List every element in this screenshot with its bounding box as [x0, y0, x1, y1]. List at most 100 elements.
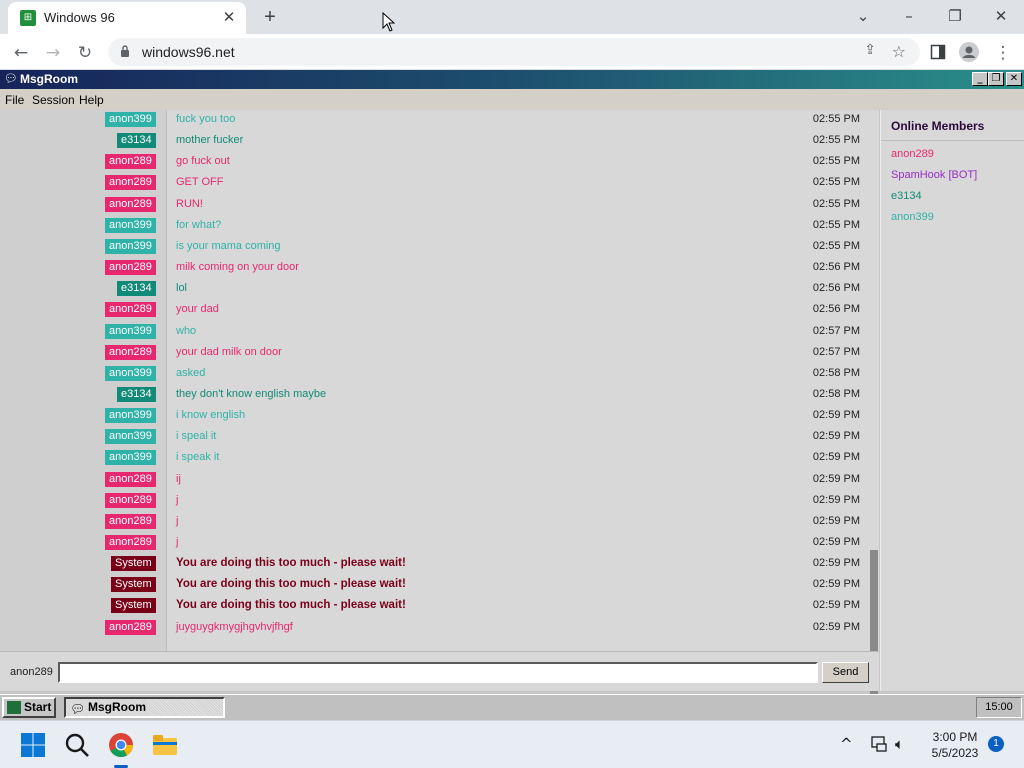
message-nick[interactable]: anon289: [105, 513, 156, 529]
minimize-button[interactable]: _: [972, 72, 988, 86]
message-time: 02:57 PM: [812, 324, 860, 337]
tab-search-chevron-down-icon[interactable]: ⌄: [848, 4, 878, 28]
message-nick[interactable]: anon399: [105, 365, 156, 381]
share-icon[interactable]: ⇪: [864, 42, 876, 58]
windows96-logo-icon: [7, 701, 21, 714]
message-nick[interactable]: anon289: [105, 492, 156, 508]
message-nick[interactable]: e3134: [117, 386, 156, 402]
notification-badge[interactable]: 1: [988, 736, 1004, 752]
message-nick[interactable]: anon289: [105, 302, 156, 318]
message-time: 02:57 PM: [812, 345, 860, 358]
taskbar-item-msgroom[interactable]: 💬︎ MsgRoom: [64, 697, 225, 718]
address-bar[interactable]: windows96.net ⇪ ☆: [108, 38, 920, 66]
message-nick[interactable]: System: [111, 598, 156, 614]
window-titlebar[interactable]: 💬︎ MsgRoom _ ❐ ✕: [0, 70, 1024, 89]
message-text: ij: [176, 472, 181, 485]
message-nick[interactable]: anon289: [105, 196, 156, 212]
message-text: mother fucker: [176, 134, 244, 147]
message-nick[interactable]: e3134: [117, 133, 156, 149]
message-text: i speak it: [176, 451, 220, 464]
message-nick[interactable]: System: [111, 556, 156, 572]
bookmark-star-icon[interactable]: ☆: [892, 42, 906, 61]
network-icon[interactable]: [870, 735, 888, 753]
message-text: j: [176, 493, 179, 506]
message-nick[interactable]: anon399: [105, 238, 156, 254]
chat-message-row: 02:55 PM anon399 fuck you too: [0, 112, 860, 128]
message-time: 02:59 PM: [812, 430, 860, 443]
send-button[interactable]: Send: [822, 662, 869, 683]
chat-message-row: 02:56 PM anon289 milk coming on your door: [0, 260, 860, 276]
message-time: 02:55 PM: [812, 176, 860, 189]
message-text: j: [176, 514, 179, 527]
close-window-button[interactable]: ✕: [986, 4, 1016, 28]
member-item[interactable]: anon399: [891, 211, 934, 223]
chrome-icon[interactable]: [107, 731, 135, 759]
member-item[interactable]: anon289: [891, 148, 934, 160]
message-text: RUN!: [176, 197, 203, 210]
message-nick[interactable]: anon399: [105, 323, 156, 339]
system-clock[interactable]: 3:00 PM 5/5/2023: [920, 729, 990, 761]
win96-taskbar: Start 💬︎ MsgRoom 15:00: [0, 694, 1024, 720]
menu-session[interactable]: Session: [32, 93, 75, 107]
windows96-favicon-icon: ⊞: [20, 10, 36, 26]
message-input[interactable]: [58, 662, 818, 683]
maximize-button[interactable]: ❐: [988, 72, 1004, 86]
message-time: 02:59 PM: [812, 536, 860, 548]
menu-help[interactable]: Help: [79, 93, 104, 107]
browser-menu-icon[interactable]: ⋮: [990, 40, 1016, 66]
message-nick[interactable]: e3134: [117, 281, 156, 297]
minimize-window-button[interactable]: –: [894, 4, 924, 28]
reload-icon[interactable]: ↻: [72, 40, 98, 66]
restore-window-button[interactable]: ❐: [940, 4, 970, 28]
chat-message-row: 02:59 PM anon399 i speak it: [0, 450, 860, 466]
volume-icon[interactable]: 🔈︎: [895, 735, 904, 753]
message-nick[interactable]: anon289: [105, 471, 156, 487]
member-item[interactable]: e3134: [891, 190, 922, 202]
message-nick[interactable]: anon399: [105, 429, 156, 445]
lock-icon[interactable]: [120, 45, 130, 57]
profile-avatar-icon[interactable]: [958, 41, 980, 63]
message-nick[interactable]: anon289: [105, 260, 156, 276]
chat-bubble-icon: 💬︎: [4, 72, 18, 85]
message-nick[interactable]: anon399: [105, 112, 156, 127]
close-button[interactable]: ✕: [1006, 72, 1022, 86]
back-arrow-icon[interactable]: ←: [8, 40, 34, 66]
message-time: 02:55 PM: [812, 155, 860, 168]
chat-message-row: 02:55 PM anon399 is your mama coming: [0, 238, 860, 255]
file-explorer-icon[interactable]: [151, 731, 179, 759]
message-nick[interactable]: anon289: [105, 619, 156, 635]
message-nick[interactable]: anon399: [105, 408, 156, 424]
menu-file[interactable]: File: [5, 93, 24, 107]
chat-message-row: 02:58 PM anon399 asked: [0, 365, 860, 382]
start-label: Start: [24, 700, 52, 714]
chat-log[interactable]: 02:55 PM anon399 fuck you too 02:55 PM e3134…: [0, 110, 879, 651]
tab-title: Windows 96: [44, 10, 115, 25]
chat-message-row: 02:57 PM anon289 your dad milk on door: [0, 344, 860, 361]
member-item[interactable]: SpamHook [BOT]: [891, 169, 977, 181]
message-text: j: [176, 536, 179, 548]
message-text: GET OFF: [176, 176, 224, 189]
message-nick[interactable]: anon289: [105, 154, 156, 170]
chat-message-row: 02:59 PM System You are doing this too muc…: [0, 556, 860, 572]
chat-message-row: 02:59 PM anon289 j: [0, 513, 860, 530]
message-nick[interactable]: System: [111, 577, 156, 593]
search-icon[interactable]: [63, 731, 91, 759]
chevron-up-icon[interactable]: ^: [840, 735, 853, 753]
message-time: 02:55 PM: [812, 218, 860, 231]
message-nick[interactable]: anon399: [105, 217, 156, 233]
new-tab-button[interactable]: +: [258, 5, 282, 29]
tab-close-icon[interactable]: ✕: [220, 8, 238, 26]
chat-message-row: 02:55 PM e3134 mother fucker: [0, 133, 860, 149]
side-panel-icon[interactable]: [930, 44, 946, 60]
win96-clock: 15:00: [976, 697, 1022, 718]
message-nick[interactable]: anon289: [105, 175, 156, 191]
browser-tab[interactable]: ⊞ Windows 96 ✕: [8, 2, 246, 34]
message-nick[interactable]: anon289: [105, 344, 156, 360]
start-button[interactable]: Start: [2, 697, 56, 718]
forward-arrow-icon[interactable]: →: [40, 40, 66, 66]
message-nick[interactable]: anon399: [105, 450, 156, 466]
message-time: 02:59 PM: [812, 409, 860, 422]
windows-start-icon[interactable]: [19, 731, 47, 759]
message-nick[interactable]: anon289: [105, 535, 156, 550]
current-username: anon289: [10, 666, 53, 678]
